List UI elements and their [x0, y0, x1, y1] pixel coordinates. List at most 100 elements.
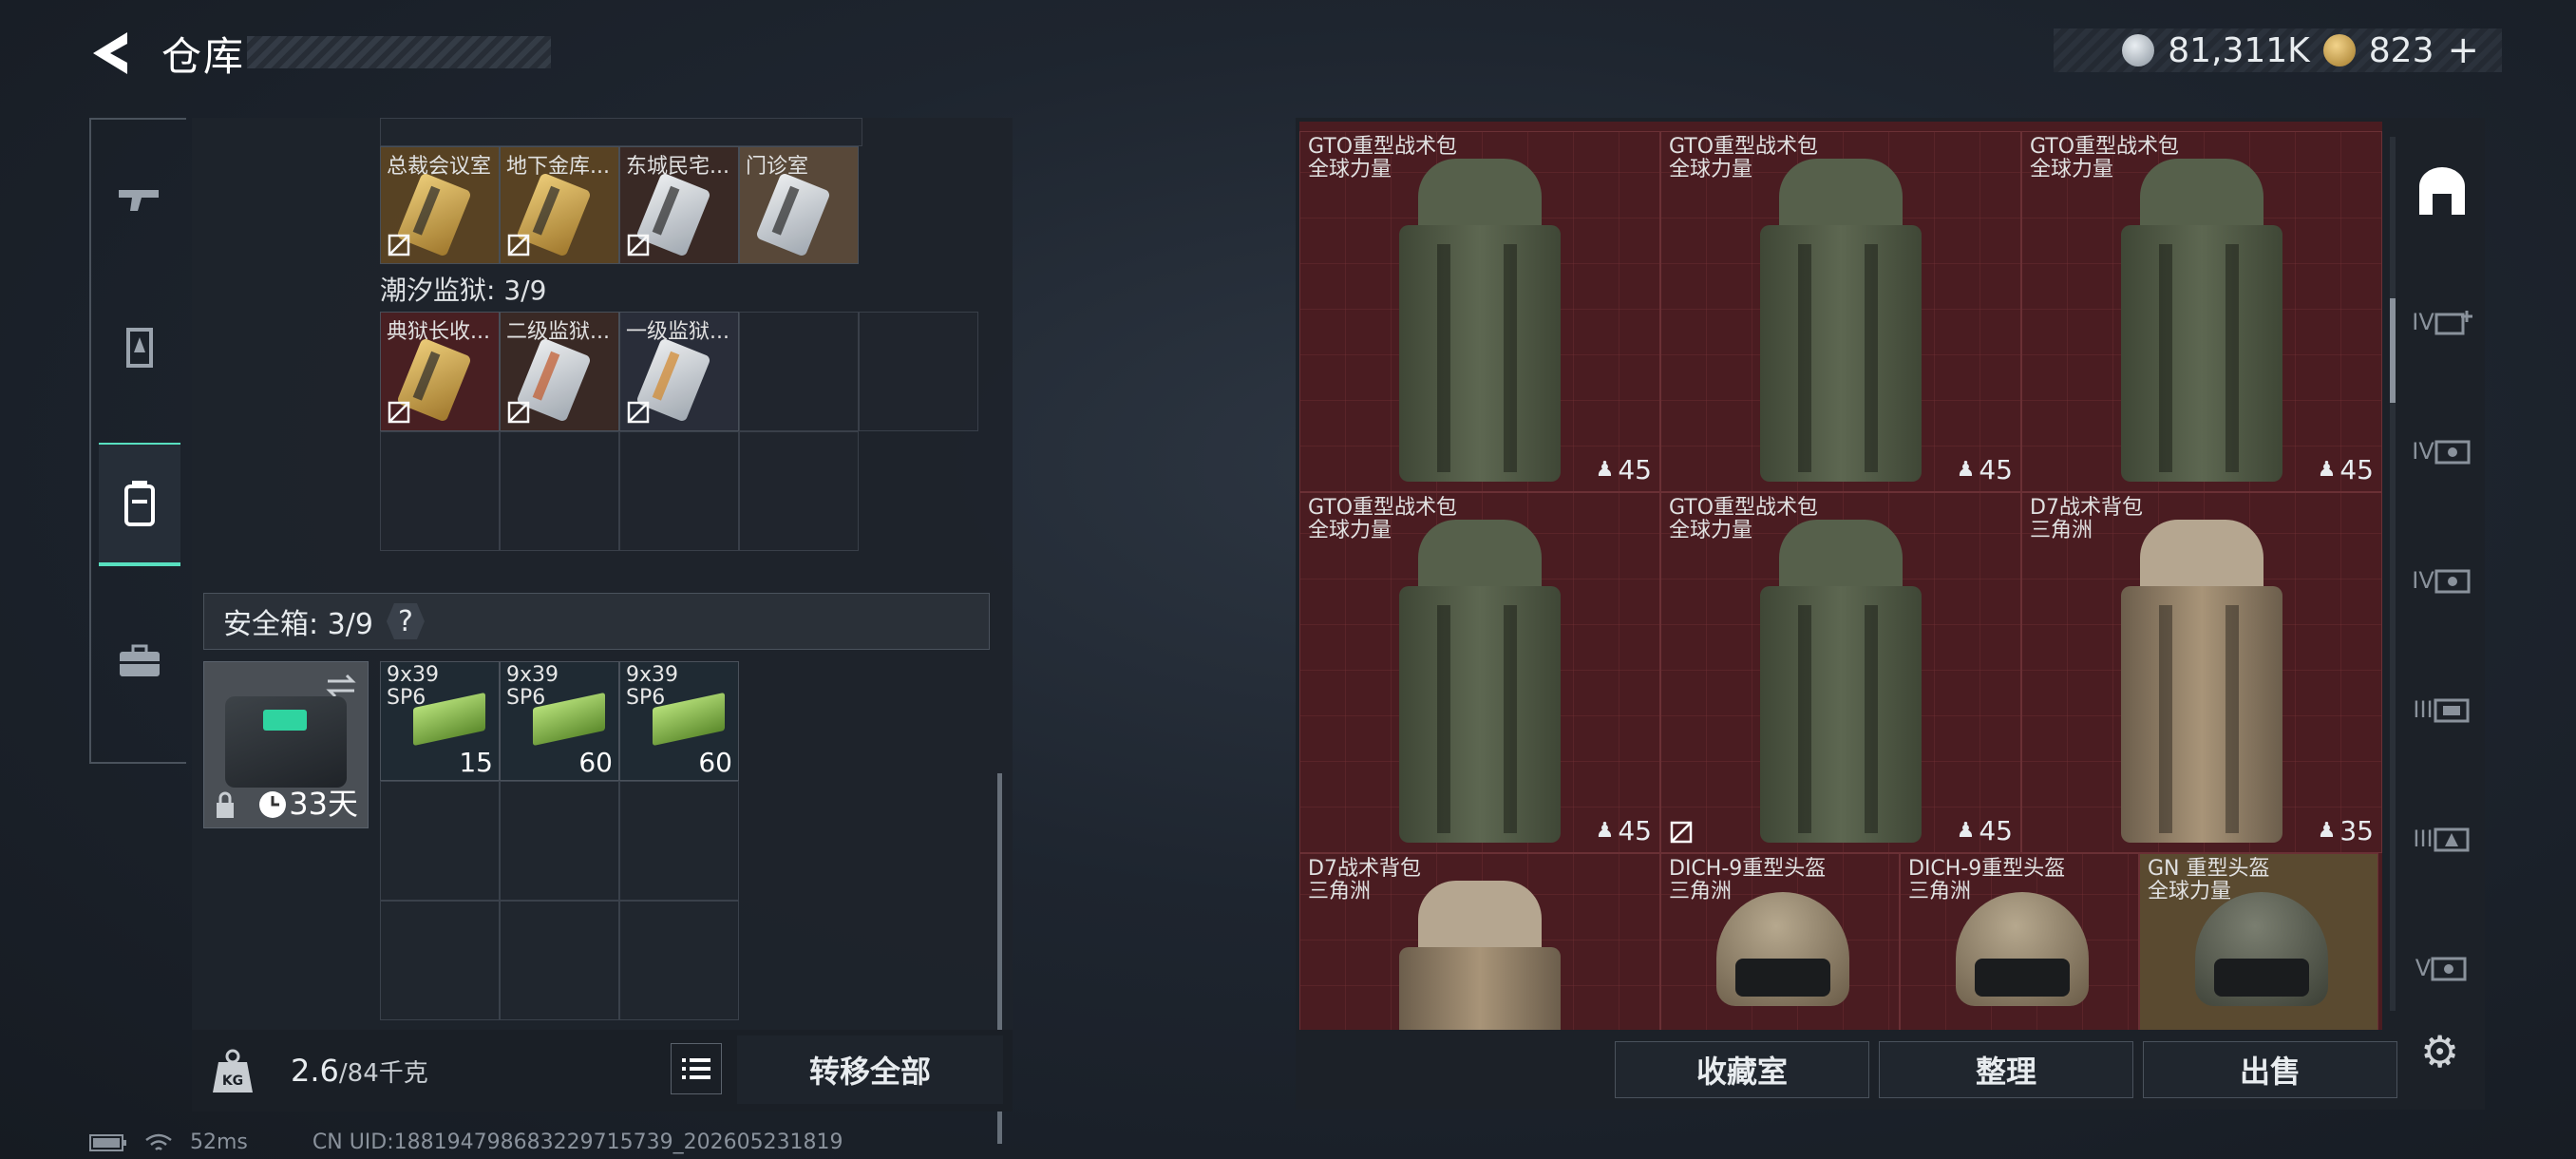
stash-item-backpack[interactable]: GTO重型战术包 全球力量 ♟ 45 [1660, 492, 2021, 853]
safe-box-label: 安全箱: 3/9 [223, 608, 373, 641]
no-lock-icon [627, 234, 650, 256]
key-row-top-cut [380, 118, 862, 146]
item-label: 二级监狱... [506, 320, 610, 344]
key-item[interactable]: 地下金库... [500, 146, 619, 264]
inventory-footer: KG 2.6/84千克 转移全部 [192, 1030, 1013, 1112]
item-label: 门诊室 [746, 155, 809, 179]
stash-page-4-add-icon[interactable]: IV [2409, 289, 2475, 355]
item-name: DICH-9重型头盔 三角洲 [1908, 857, 2066, 903]
gold-coin-icon [2322, 34, 2356, 66]
key-item[interactable]: 一级监狱... [619, 312, 739, 431]
weapon-tab-icon[interactable] [99, 154, 180, 249]
item-name: GN 重型头盔 全球力量 [2148, 857, 2270, 903]
grid-cell [500, 901, 619, 1020]
grid-cell [739, 431, 859, 551]
backpack-tab-icon[interactable] [99, 443, 180, 566]
gear-icon[interactable]: ⚙ [2420, 1026, 2468, 1077]
sort-button[interactable]: 整理 [1879, 1041, 2133, 1098]
key-item[interactable]: 门诊室 [739, 146, 859, 264]
grid-cell [380, 901, 500, 1020]
weight-current: 2.6 [291, 1053, 339, 1089]
key-item[interactable]: 总裁会议室 [380, 146, 500, 264]
stash-grid: GTO重型战术包 全球力量 ♟ 45 GTO重型战术包 全球力量 ♟ 45 GTO重型战… [1299, 122, 2382, 1030]
item-name: D7战术背包 三角洲 [2030, 496, 2143, 542]
ammo-count: 60 [578, 747, 613, 778]
ammo-item[interactable]: 9x39 SP6 15 [380, 661, 500, 781]
key-item[interactable]: 二级监狱... [500, 312, 619, 431]
battery-icon [89, 1133, 126, 1151]
ammo-label: 9x39 SP6 [506, 663, 559, 710]
stash-page-4a-icon[interactable]: IV [2409, 418, 2475, 484]
stash-item-backpack[interactable]: D7战术背包 三角洲 [1299, 853, 1660, 1030]
back-arrow-icon[interactable] [85, 27, 139, 80]
stash-page-5-icon[interactable]: V [2409, 935, 2475, 1001]
silver-amount: 81,311K [2168, 30, 2310, 70]
stash-item-backpack[interactable]: GTO重型战术包 全球力量 ♟ 45 [1299, 492, 1660, 853]
item-label: 地下金库... [506, 155, 610, 179]
armor-tab-icon[interactable] [99, 300, 180, 395]
grid-cell [619, 901, 739, 1020]
safe-case-image [225, 696, 347, 788]
safe-case-item[interactable]: 33天 [203, 661, 369, 828]
item-name: DICH-9重型头盔 三角洲 [1669, 857, 1827, 903]
grid-cell [619, 431, 739, 551]
ammo-label: 9x39 SP6 [626, 663, 679, 710]
help-button[interactable]: ? [386, 603, 425, 639]
ammo-count: 60 [698, 747, 732, 778]
stash-item-backpack[interactable]: GTO重型战术包 全球力量 ♟ 45 [2021, 131, 2382, 492]
no-lock-icon [507, 401, 530, 424]
currency-bar: 81,311K 823 + [2054, 28, 2502, 72]
stash-item-helmet[interactable]: DICH-9重型头盔 三角洲 [1900, 853, 2139, 1030]
no-lock-icon [1670, 821, 1693, 844]
stash-page-4b-icon[interactable]: IV [2409, 547, 2475, 614]
safe-days-remaining: 33天 [289, 786, 358, 822]
stash-item-helmet[interactable]: GN 重型头盔 全球力量 [2139, 853, 2378, 1030]
sell-button[interactable]: 出售 [2143, 1041, 2397, 1098]
case-tab-icon[interactable] [99, 614, 180, 709]
stash-panel: GTO重型战术包 全球力量 ♟ 45 GTO重型战术包 全球力量 ♟ 45 GTO重型战… [1296, 118, 2485, 1110]
item-capacity: ♟ 45 [1956, 815, 2013, 846]
grid-cell [380, 781, 500, 901]
silver-coin-icon [2122, 34, 2155, 66]
stash-page-strip: IV IV IV III III V [2399, 118, 2485, 981]
stash-scrollbar[interactable] [2390, 137, 2396, 1011]
title-decoration [247, 36, 551, 68]
ammo-label: 9x39 SP6 [387, 663, 440, 710]
safe-box-header: 安全箱: 3/9 ? [203, 593, 990, 650]
item-label: 东城民宅... [626, 155, 729, 179]
item-name: GTO重型战术包 全球力量 [1669, 496, 1819, 542]
add-currency-button[interactable]: + [2447, 28, 2479, 72]
ammo-item[interactable]: 9x39 SP6 60 [619, 661, 739, 781]
no-lock-icon [388, 234, 410, 256]
item-capacity: ♟ 45 [1956, 454, 2013, 485]
weight-icon: KG [213, 1049, 253, 1092]
stash-item-backpack[interactable]: GTO重型战术包 全球力量 ♟ 45 [1660, 131, 2021, 492]
stash-home-icon[interactable] [2409, 158, 2475, 224]
item-capacity: ♟ 45 [1595, 815, 1652, 846]
lock-icon [217, 791, 234, 818]
svg-text:KG: KG [222, 1074, 243, 1089]
item-capacity: ♟ 35 [2317, 815, 2374, 846]
transfer-all-button[interactable]: 转移全部 [737, 1036, 1003, 1104]
safe-box-grid: 9x39 SP6 15 9x39 SP6 60 9x39 SP6 60 [380, 661, 743, 1022]
grid-cell [739, 312, 859, 431]
stash-item-helmet[interactable]: DICH-9重型头盔 三角洲 [1660, 853, 1900, 1030]
stash-item-backpack[interactable]: GTO重型战术包 全球力量 ♟ 45 [1299, 131, 1660, 492]
ammo-item[interactable]: 9x39 SP6 60 [500, 661, 619, 781]
collection-room-button[interactable]: 收藏室 [1615, 1041, 1869, 1098]
stash-item-backpack[interactable]: D7战术背包 三角洲 ♟ 35 [2021, 492, 2382, 853]
list-view-button[interactable] [671, 1043, 722, 1094]
key-item[interactable]: 东城民宅... [619, 146, 739, 264]
status-bar: 52ms CN UID:18819479868322971573​9_20260… [89, 1130, 843, 1154]
weight-display: 2.6/84千克 [291, 1053, 428, 1089]
prison-section-label: 潮汐监狱: 3/9 [380, 275, 547, 306]
key-item[interactable]: 典狱长收... [380, 312, 500, 431]
stash-page-3b-icon[interactable]: III [2409, 806, 2475, 872]
item-label: 一级监狱... [626, 320, 729, 344]
item-name: GTO重型战术包 全球力量 [1308, 135, 1458, 181]
gold-amount: 823 [2368, 30, 2434, 70]
item-capacity: ♟ 45 [1595, 454, 1652, 485]
item-name: GTO重型战术包 全球力量 [2030, 135, 2180, 181]
no-lock-icon [627, 401, 650, 424]
stash-page-3a-icon[interactable]: III [2409, 676, 2475, 743]
